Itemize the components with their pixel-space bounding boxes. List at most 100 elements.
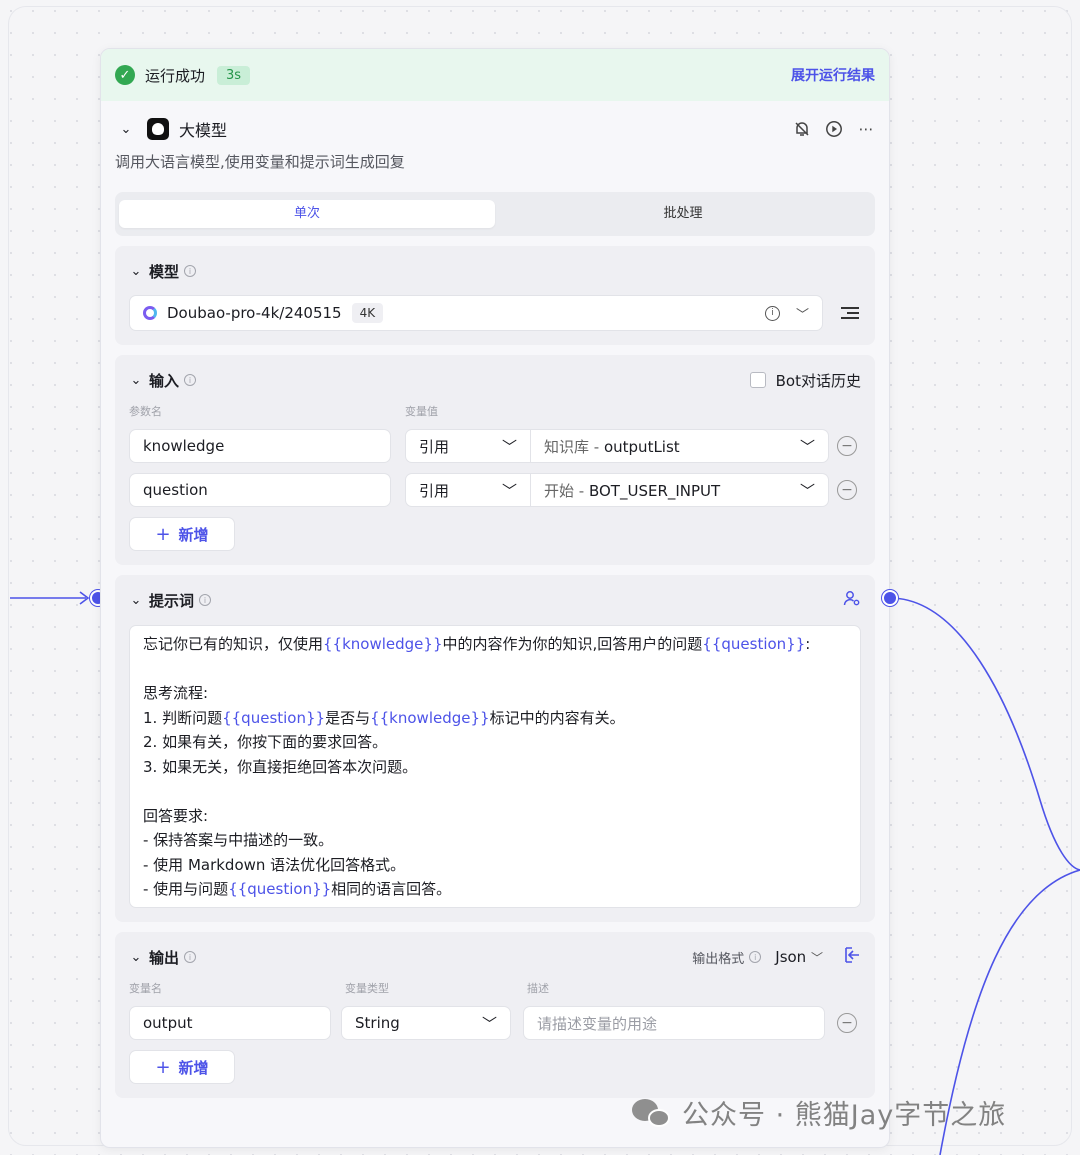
prompt-text: : xyxy=(805,635,811,653)
prompt-variable: {{question}} xyxy=(228,880,332,898)
param-name-input[interactable]: knowledge xyxy=(129,429,391,463)
output-format-select[interactable]: Json ﹀ xyxy=(775,948,823,966)
node-header: ⌄ 大模型 ⋯ xyxy=(101,101,889,157)
duration-badge: 3s xyxy=(217,65,251,85)
prompt-text: 2. 如果有关，你按下面的要求回答。 xyxy=(143,733,388,751)
remove-row-icon[interactable]: − xyxy=(837,480,857,500)
param-source: 知识库 xyxy=(544,437,590,456)
plus-icon: + xyxy=(155,523,171,545)
param-name-column-header: 参数名 xyxy=(129,405,162,418)
prompt-editor[interactable]: 忘记你已有的知识，仅使用{{knowledge}}中的内容作为你的知识,回答用户… xyxy=(129,625,861,908)
input-section: ⌄ 输入 i Bot对话历史 参数名 变量值 knowledge 引用 ﹀ 知识库… xyxy=(115,355,875,565)
history-checkbox[interactable] xyxy=(749,372,766,388)
chevron-down-icon[interactable]: ⌄ xyxy=(129,264,143,279)
history-checkbox-label: Bot对话历史 xyxy=(775,371,861,390)
model-section-title: 模型 xyxy=(149,262,180,281)
chevron-down-icon[interactable]: ⌄ xyxy=(129,950,143,965)
watermark: 公众号 · 熊猫Jay字节之旅 xyxy=(632,1093,1006,1132)
prompt-text: 回答要求: xyxy=(143,806,209,825)
add-input-label: 新增 xyxy=(178,525,209,544)
param-type-value: 引用 xyxy=(419,481,450,500)
tab-single[interactable]: 单次 xyxy=(119,200,495,228)
tab-batch[interactable]: 批处理 xyxy=(495,200,871,228)
prompt-variable: {{question}} xyxy=(222,708,326,727)
prompt-text: - 保持答案与中描述的一致。 xyxy=(143,831,334,849)
output-type-value: String xyxy=(355,1014,400,1032)
info-icon[interactable]: i xyxy=(749,951,762,963)
prompt-line: - 使用与问题{{question}}相同的语言回答。 xyxy=(143,877,847,902)
node-title[interactable]: 大模型 xyxy=(179,117,227,141)
chevron-down-icon: ﹀ xyxy=(810,951,823,965)
watermark-text: 公众号 · 熊猫Jay字节之旅 xyxy=(682,1100,1007,1131)
prompt-section-title: 提示词 xyxy=(149,591,195,610)
status-text: 运行成功 xyxy=(145,66,206,85)
model-section: ⌄ 模型 i Doubao-pro-4k/240515 4K i ﹀ xyxy=(115,246,875,345)
model-name: Doubao-pro-4k/240515 xyxy=(167,304,342,322)
output-section: ⌄ 输出 i 输出格式 i Json ﹀ 变量名 变量类型 描述 output … xyxy=(115,932,875,1098)
param-source-value: outputList xyxy=(603,437,680,456)
info-icon[interactable]: i xyxy=(184,374,197,386)
param-name-input[interactable]: question xyxy=(129,473,391,507)
context-badge: 4K xyxy=(351,303,384,323)
plus-icon: + xyxy=(155,1056,171,1078)
prompt-line: 忘记你已有的知识，仅使用{{knowledge}}中的内容作为你的知识,回答用户… xyxy=(143,632,847,657)
info-icon[interactable]: i xyxy=(184,265,197,277)
prompt-line: 3. 如果无关，你直接拒绝回答本次问题。 xyxy=(143,755,847,780)
input-row: question 引用 ﹀ 开始 - BOT_USER_INPUT ﹀ − xyxy=(129,473,861,507)
node-description: 调用大语言模型,使用变量和提示词生成回复 xyxy=(115,153,405,171)
wechat-logo-icon xyxy=(632,1097,672,1129)
separator: - xyxy=(574,481,589,500)
prompt-variable: {{knowledge}} xyxy=(323,635,443,653)
prompt-text: 思考流程: xyxy=(143,684,209,702)
model-select[interactable]: Doubao-pro-4k/240515 4K i ﹀ xyxy=(129,295,823,331)
prompt-blank-line xyxy=(143,779,847,804)
param-source: 开始 xyxy=(544,481,575,500)
check-circle-icon: ✓ xyxy=(115,65,135,85)
add-output-button[interactable]: + 新增 xyxy=(129,1050,235,1084)
info-icon[interactable]: i xyxy=(184,951,197,963)
more-icon[interactable]: ⋯ xyxy=(857,120,875,138)
param-type-select[interactable]: 引用 ﹀ xyxy=(405,473,531,507)
run-play-icon[interactable] xyxy=(825,120,843,138)
remove-row-icon[interactable]: − xyxy=(837,1013,857,1033)
chevron-down-icon: ﹀ xyxy=(501,481,517,500)
bot-history-toggle[interactable]: Bot对话历史 xyxy=(749,370,861,391)
add-input-button[interactable]: + 新增 xyxy=(129,517,235,551)
collapse-chevron-icon[interactable]: ⌄ xyxy=(119,122,133,137)
output-description-input[interactable]: 请描述变量的用途 xyxy=(523,1006,825,1040)
var-type-column-header: 变量类型 xyxy=(345,982,389,995)
expand-results-link[interactable]: 展开运行结果 xyxy=(791,65,875,85)
model-settings-icon[interactable] xyxy=(841,307,859,319)
chevron-down-icon: ﹀ xyxy=(799,437,815,456)
input-section-title: 输入 xyxy=(149,371,180,390)
remove-row-icon[interactable]: − xyxy=(837,436,857,456)
description-column-header: 描述 xyxy=(527,982,549,995)
output-row: output String ﹀ 请描述变量的用途 − xyxy=(129,1006,861,1040)
prompt-line: 回答要求: xyxy=(143,804,847,829)
prompt-variable: {{knowledge}} xyxy=(370,708,490,727)
model-info-icon[interactable]: i xyxy=(764,305,780,321)
user-settings-icon[interactable] xyxy=(843,589,861,611)
prompt-text: - 使用 Markdown 语法优化回答格式。 xyxy=(143,855,406,874)
prompt-text: 是否与 xyxy=(325,708,371,727)
chevron-down-icon[interactable]: ⌄ xyxy=(129,373,143,388)
param-type-select[interactable]: 引用 ﹀ xyxy=(405,429,531,463)
chevron-down-icon: ﹀ xyxy=(799,481,815,500)
export-icon[interactable] xyxy=(843,946,861,968)
llm-node[interactable]: ✓ 运行成功 3s 展开运行结果 ⌄ 大模型 ⋯ 调用大语言模型,使用变量和提示… xyxy=(100,48,890,1148)
output-type-select[interactable]: String ﹀ xyxy=(341,1006,511,1040)
mode-tabs: 单次 批处理 xyxy=(115,192,875,236)
prompt-line: 思考流程: xyxy=(143,681,847,706)
doubao-brand-icon xyxy=(143,306,157,320)
prompt-variable: {{question}} xyxy=(702,635,806,653)
output-name-input[interactable]: output xyxy=(129,1006,331,1040)
chevron-down-icon[interactable]: ⌄ xyxy=(129,593,143,608)
info-icon[interactable]: i xyxy=(199,594,212,606)
chevron-down-icon: ﹀ xyxy=(501,437,517,456)
output-port[interactable] xyxy=(882,590,898,606)
param-value-select[interactable]: 知识库 - outputList ﹀ xyxy=(531,429,829,463)
prompt-text: 相同的语言回答。 xyxy=(331,880,452,898)
param-value-select[interactable]: 开始 - BOT_USER_INPUT ﹀ xyxy=(531,473,829,507)
prompt-line: 1. 判断问题{{question}}是否与{{knowledge}}标记中的内… xyxy=(143,706,847,731)
bell-off-icon[interactable] xyxy=(793,120,811,138)
